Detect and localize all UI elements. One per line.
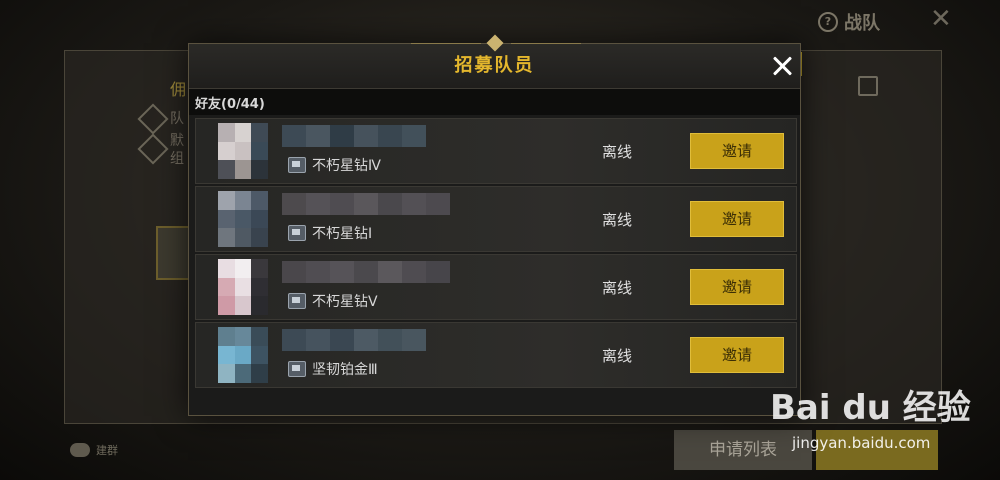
avatar — [218, 123, 268, 179]
rank-text: 不朽星钻Ⅴ — [312, 294, 378, 310]
online-status: 离线 — [602, 211, 633, 229]
watermark-url: jingyan.baidu.com — [792, 434, 931, 452]
rank-label: 坚韧铂金Ⅲ — [288, 359, 378, 379]
invite-button[interactable]: 邀请 — [690, 269, 784, 305]
header-ornament — [411, 34, 581, 52]
create-group-label: 建群 — [96, 444, 118, 457]
avatar — [218, 327, 268, 383]
chat-icon — [70, 443, 90, 457]
close-icon[interactable] — [769, 53, 795, 79]
help-button[interactable]: ? 战队 — [818, 9, 880, 35]
rank-text: 坚韧铂金Ⅲ — [312, 362, 378, 378]
background-title: 战队 — [844, 13, 880, 34]
rank-label: 不朽星钻Ⅰ — [288, 223, 372, 243]
background-topbar: ? 战队 ✕ — [0, 0, 1000, 40]
recruit-modal: 招募队员 好友(0/44) 不朽星钻Ⅳ 离线 邀请 不朽星钻Ⅰ 离线 邀请 不朽… — [188, 34, 801, 416]
invite-button[interactable]: 邀请 — [690, 133, 784, 169]
avatar — [218, 259, 268, 315]
rank-badge-icon — [288, 361, 306, 377]
friend-name-pixelated — [282, 193, 450, 215]
friends-count-label: 好友(0/44) — [195, 97, 265, 112]
friend-name-pixelated — [282, 125, 426, 147]
question-icon: ? — [818, 12, 838, 32]
friend-row: 不朽星钻Ⅰ 离线 邀请 — [195, 186, 797, 252]
friend-row: 不朽星钻Ⅴ 离线 邀请 — [195, 254, 797, 320]
friend-name-pixelated — [282, 329, 426, 351]
online-status: 离线 — [602, 279, 633, 297]
friend-row: 不朽星钻Ⅳ 离线 邀请 — [195, 118, 797, 184]
background-label: 佣 — [170, 80, 187, 99]
friend-name-pixelated — [282, 261, 450, 283]
online-status: 离线 — [602, 347, 633, 365]
edit-icon[interactable] — [858, 76, 878, 96]
background-line-3: 组 — [170, 151, 184, 167]
background-line-1: 队 — [170, 111, 184, 127]
rank-text: 不朽星钻Ⅰ — [312, 226, 373, 242]
background-close-icon[interactable]: ✕ — [930, 4, 952, 34]
invite-button[interactable]: 邀请 — [690, 337, 784, 373]
create-group-button[interactable]: 建群 — [70, 442, 118, 458]
rank-badge-icon — [288, 225, 306, 241]
baidu-watermark: Bai du 经验 jingyan.baidu.com — [770, 370, 990, 470]
online-status: 离线 — [602, 143, 633, 161]
rank-label: 不朽星钻Ⅴ — [288, 291, 378, 311]
avatar — [218, 191, 268, 247]
friend-row: 坚韧铂金Ⅲ 离线 邀请 — [195, 322, 797, 388]
rank-text: 不朽星钻Ⅳ — [312, 158, 381, 174]
friends-section-header: 好友(0/44) — [189, 89, 800, 115]
watermark-logo: Bai du 经验 — [770, 388, 971, 428]
background-line-2: 默 — [170, 133, 184, 149]
rank-badge-icon — [288, 157, 306, 173]
invite-button[interactable]: 邀请 — [690, 201, 784, 237]
rank-label: 不朽星钻Ⅳ — [288, 155, 381, 175]
rank-badge-icon — [288, 293, 306, 309]
